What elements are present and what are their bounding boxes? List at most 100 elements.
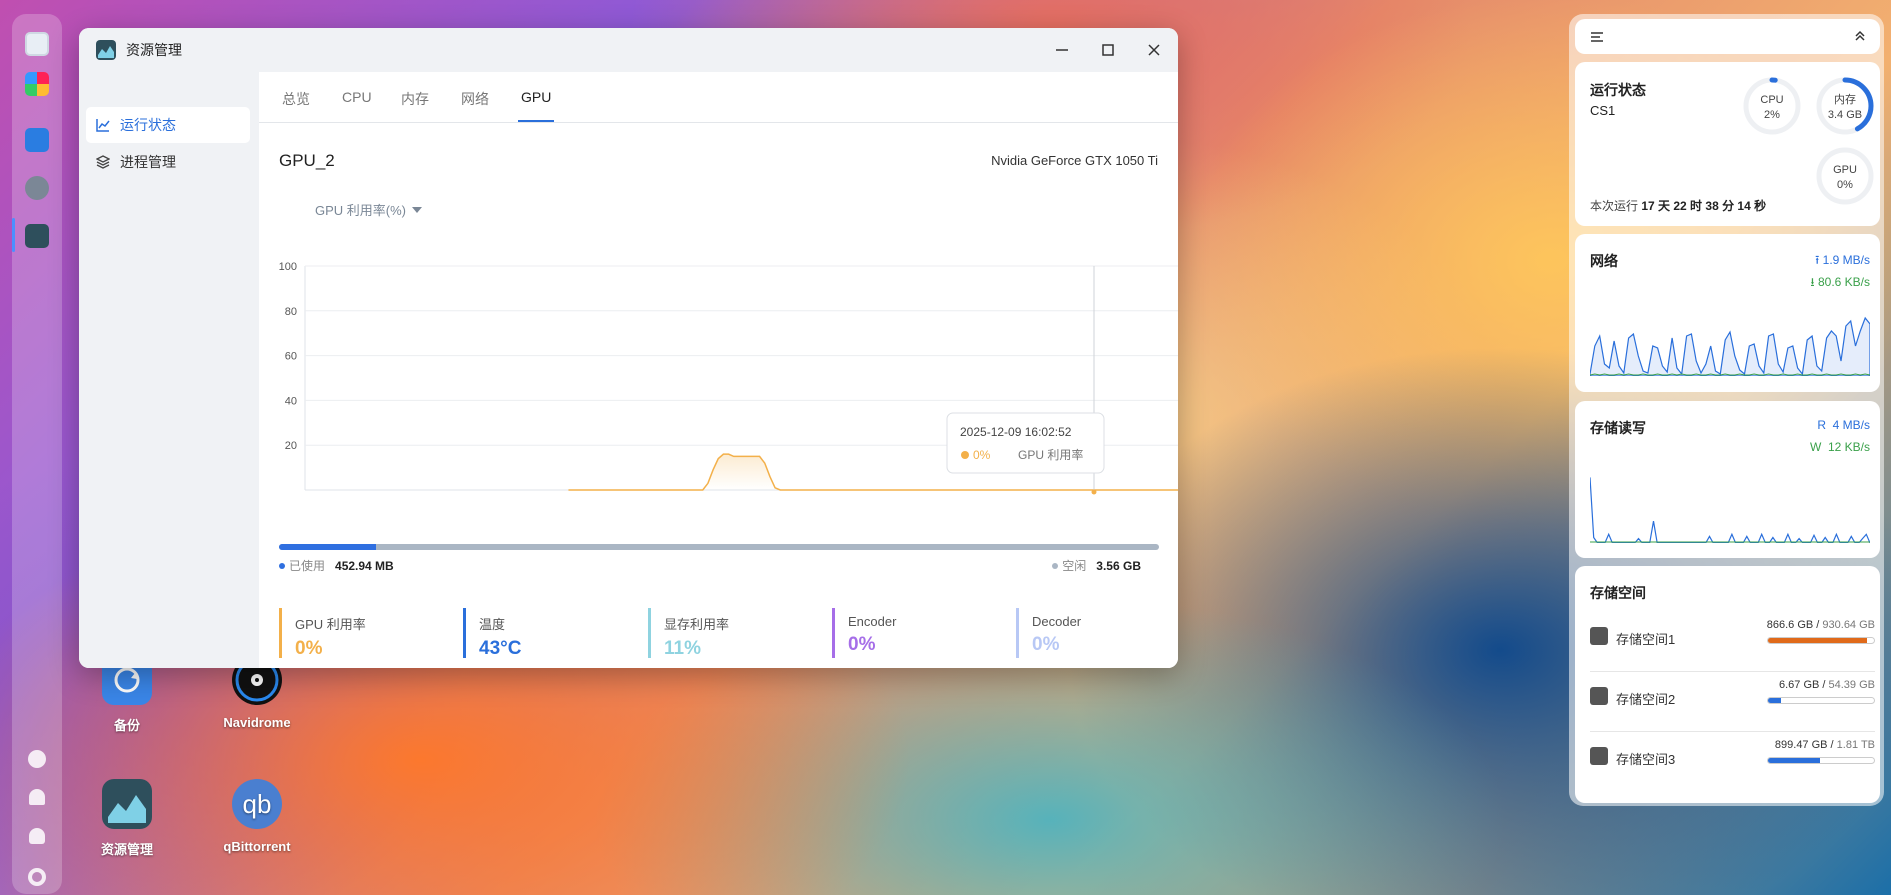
- y-tick-label: 40: [285, 395, 297, 407]
- stat-label: GPU 利用率: [295, 617, 366, 632]
- app-center-icon[interactable]: [25, 72, 49, 96]
- metric-dropdown[interactable]: GPU 利用率(%): [315, 200, 423, 219]
- gpu-usage-chart[interactable]: 20 40 60 80 100 2025-12-09 16:02:52 0% GPU 利…: [259, 222, 1178, 522]
- hover-point: [1091, 489, 1097, 495]
- net-upload: ⭱ 1.9 MB/s: [1815, 251, 1870, 272]
- storage-io-sparkline: [1590, 477, 1870, 543]
- tab-gpu[interactable]: GPU: [517, 89, 555, 122]
- title-bar[interactable]: 资源管理: [79, 28, 1178, 72]
- storage-bar: [1767, 697, 1875, 704]
- storage-total: 54.39 GB: [1828, 679, 1875, 691]
- storage-bar-fill: [1768, 758, 1820, 763]
- desktop-icon-label: qBittorrent: [223, 839, 291, 854]
- storage-volume-icon: [1590, 747, 1608, 765]
- network-widget[interactable]: 网络 ⭱ 1.9 MB/s ⭳ 80.6 KB/s: [1575, 234, 1880, 392]
- settings-gear-icon[interactable]: [25, 176, 49, 200]
- ring-label: CPU: [1760, 94, 1784, 106]
- resource-monitor-icon: [102, 779, 152, 829]
- uptime: 本次运行 17 天 22 时 38 分 14 秒: [1590, 197, 1766, 214]
- tooltip-value: 0%: [973, 448, 991, 462]
- storage-volume-icon: [1590, 687, 1608, 705]
- storage-total: 1.81 TB: [1836, 739, 1875, 751]
- storage-bar: [1767, 637, 1875, 644]
- user-icon[interactable]: [29, 828, 45, 844]
- tab-cpu[interactable]: CPU: [342, 89, 372, 105]
- storage-item[interactable]: 存储空间2 6.67 GB / 54.39 GB: [1590, 671, 1875, 732]
- line-chart-icon: [96, 119, 110, 132]
- storage-size: 866.6 GB / 930.64 GB: [1766, 619, 1875, 631]
- storage-bar-fill: [1768, 638, 1867, 643]
- bell-icon[interactable]: [29, 789, 45, 805]
- gpu-stats: GPU 利用率 0% 温度 43°C 显存利用率 11% Encoder 0% Deco…: [279, 608, 1178, 660]
- gpu-ring: GPU 0%: [1815, 146, 1875, 206]
- download-icon: ⭳: [1810, 275, 1815, 289]
- io-write-label: W: [1809, 440, 1822, 454]
- stat-value: 0%: [848, 634, 876, 655]
- monitor-icon[interactable]: [25, 32, 49, 56]
- y-tick-label: 100: [279, 261, 297, 273]
- desktop-icon-qbittorrent[interactable]: qb qBittorrent: [212, 779, 302, 854]
- close-button[interactable]: [1134, 28, 1174, 72]
- chart-tooltip: 2025-12-09 16:02:52 0% GPU 利用率: [946, 412, 1105, 474]
- stat-value: 0%: [295, 638, 323, 659]
- tab-bar: 总览 CPU 内存 网络 GPU: [259, 72, 1178, 123]
- uptime-label: 本次运行: [1590, 199, 1639, 213]
- tab-overview[interactable]: 总览: [282, 89, 310, 109]
- storage-bar-fill: [1768, 698, 1781, 703]
- collapse-up-icon[interactable]: [1854, 30, 1866, 42]
- sidebar: 运行状态 进程管理: [79, 72, 259, 668]
- widget-settings-icon[interactable]: [1590, 31, 1604, 43]
- storage-name: 存储空间1: [1616, 632, 1676, 647]
- status-widget[interactable]: 运行状态 CS1 CPU 2% 内存 3.4 GB GPU 0% 本次运行 17 天 …: [1575, 62, 1880, 226]
- app-icon: [96, 40, 116, 60]
- widget-toolbar: [1575, 19, 1880, 54]
- storage-size: 6.67 GB / 54.39 GB: [1778, 679, 1875, 691]
- host-name: CS1: [1590, 103, 1616, 118]
- desktop-icon-label: 资源管理: [100, 842, 153, 857]
- storage-bar: [1767, 757, 1875, 764]
- sidebar-item-label: 运行状态: [120, 117, 176, 133]
- storage-volume-icon: [1590, 627, 1608, 645]
- minimize-button[interactable]: [1042, 28, 1082, 72]
- maximize-button[interactable]: [1088, 28, 1128, 72]
- storage-item[interactable]: 存储空间3 899.47 GB / 1.81 TB: [1590, 731, 1875, 791]
- stat-temperature: 温度 43°C: [463, 608, 521, 659]
- desktop-icon-label: Navidrome: [223, 715, 291, 730]
- ring-value: 3.4 GB: [1827, 109, 1863, 121]
- upload-icon: ⭱: [1815, 253, 1820, 267]
- vram-used: 已使用 452.94 MB: [279, 557, 394, 574]
- gpu-model: Nvidia GeForce GTX 1050 Ti: [991, 153, 1158, 168]
- storage-io-widget[interactable]: 存储读写 R 4 MB/s W 12 KB/s: [1575, 401, 1880, 558]
- tab-network[interactable]: 网络: [461, 89, 489, 109]
- vram-free: 空闲 3.56 GB: [1052, 557, 1141, 574]
- net-download: ⭳ 80.6 KB/s: [1810, 273, 1870, 294]
- network-title: 网络: [1590, 253, 1618, 269]
- resource-monitor-icon[interactable]: [25, 224, 49, 248]
- desktop-icon-resource-monitor[interactable]: 资源管理: [82, 779, 172, 858]
- storage-space-title: 存储空间: [1590, 585, 1646, 601]
- storage-total: 930.64 GB: [1822, 619, 1875, 631]
- stat-label: 温度: [479, 617, 506, 632]
- uptime-value: 17 天 22 时 38 分 14 秒: [1641, 199, 1767, 213]
- download-app-icon[interactable]: [25, 128, 49, 152]
- sidebar-item-processes[interactable]: 进程管理: [86, 144, 250, 180]
- resource-monitor-window: 资源管理 运行状态 进程管理 总览 CPU 内存 网络 GPU GPU_2 Nv…: [79, 28, 1178, 668]
- ring-label: GPU: [1833, 164, 1857, 176]
- storage-name: 存储空间3: [1616, 752, 1676, 767]
- ring-value: 2%: [1764, 109, 1780, 121]
- y-tick-label: 80: [285, 306, 297, 318]
- tab-memory[interactable]: 内存: [401, 89, 429, 109]
- ring-value: 0%: [1837, 179, 1853, 191]
- qbittorrent-icon: qb: [232, 779, 282, 829]
- close-icon: [1148, 44, 1160, 56]
- layers-icon: [96, 155, 110, 169]
- sync-icon[interactable]: [28, 750, 46, 768]
- stat-value: 11%: [664, 638, 701, 659]
- storage-item[interactable]: 存储空间1 866.6 GB / 930.64 GB: [1590, 611, 1875, 672]
- storage-name: 存储空间2: [1616, 692, 1676, 707]
- storage-space-widget[interactable]: 存储空间 存储空间1 866.6 GB / 930.64 GB 存储空间2 6.…: [1575, 566, 1880, 803]
- sidebar-item-status[interactable]: 运行状态: [86, 107, 250, 143]
- settings-icon[interactable]: [28, 868, 46, 886]
- cpu-ring: CPU 2%: [1742, 76, 1802, 136]
- active-indicator: [12, 218, 15, 252]
